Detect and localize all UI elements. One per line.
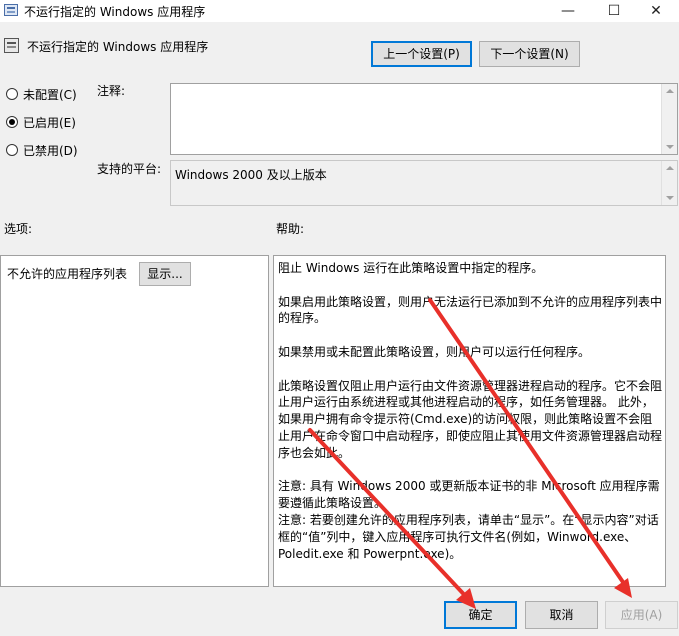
help-paragraph: 如果启用此策略设置，则用户无法运行已添加到不允许的应用程序列表中的程序。 — [278, 294, 663, 326]
platform-scrollbar[interactable] — [661, 161, 677, 205]
platform-field: Windows 2000 及以上版本 — [170, 160, 678, 206]
radio-label: 已启用(E) — [23, 115, 76, 130]
scroll-up-icon[interactable] — [666, 89, 674, 93]
title-bar: 不运行指定的 Windows 应用程序 — ☐ ✕ — [0, 0, 679, 22]
radio-circle-checked[interactable] — [6, 116, 18, 128]
help-text: 阻止 Windows 运行在此策略设置中指定的程序。 如果启用此策略设置，则用户… — [278, 260, 664, 562]
close-button[interactable]: ✕ — [633, 0, 679, 22]
help-paragraph: 注意: 若要创建允许的应用程序列表，请单击“显示”。在“显示内容”对话框的“值”… — [278, 512, 659, 561]
comment-scrollbar[interactable] — [661, 84, 677, 154]
policy-setting-icon — [4, 38, 19, 53]
radio-circle[interactable] — [6, 88, 18, 100]
options-panel: 不允许的应用程序列表 显示... — [0, 255, 269, 587]
policy-app-icon — [4, 4, 18, 16]
radio-disabled[interactable]: 已禁用(D) — [6, 141, 78, 159]
window-title: 不运行指定的 Windows 应用程序 — [24, 5, 206, 19]
disallowed-apps-label: 不允许的应用程序列表 — [7, 267, 128, 281]
policy-title: 不运行指定的 Windows 应用程序 — [27, 40, 209, 54]
scroll-down-icon[interactable] — [666, 145, 674, 149]
maximize-button[interactable]: ☐ — [591, 0, 637, 22]
radio-label: 已禁用(D) — [23, 143, 78, 158]
previous-setting-button[interactable]: 上一个设置(P) — [371, 41, 472, 67]
radio-not-configured[interactable]: 未配置(C) — [6, 85, 77, 103]
radio-label: 未配置(C) — [23, 87, 77, 102]
help-paragraph: 此策略设置仅阻止用户运行由文件资源管理器进程启动的程序。它不会阻止用户运行由系统… — [278, 378, 663, 460]
help-label: 帮助: — [276, 222, 305, 236]
radio-enabled[interactable]: 已启用(E) — [6, 113, 76, 131]
scroll-up-icon[interactable] — [666, 166, 674, 170]
show-list-button[interactable]: 显示... — [139, 262, 191, 286]
apply-button[interactable]: 应用(A) — [605, 601, 678, 629]
scroll-down-icon[interactable] — [666, 196, 674, 200]
help-paragraph: 注意: 具有 Windows 2000 或更新版本证书的非 Microsoft … — [278, 479, 660, 511]
radio-circle[interactable] — [6, 144, 18, 156]
ok-button[interactable]: 确定 — [444, 601, 517, 629]
help-paragraph: 如果禁用或未配置此策略设置，则用户可以运行任何程序。 — [278, 344, 591, 359]
help-paragraph: 阻止 Windows 运行在此策略设置中指定的程序。 — [278, 261, 544, 275]
comment-textarea[interactable] — [170, 83, 678, 155]
next-setting-button[interactable]: 下一个设置(N) — [479, 41, 580, 67]
options-label: 选项: — [4, 222, 33, 236]
minimize-button[interactable]: — — [545, 0, 591, 22]
platform-label: 支持的平台: — [97, 162, 162, 176]
cancel-button[interactable]: 取消 — [525, 601, 598, 629]
comment-label: 注释: — [97, 84, 126, 98]
platform-value: Windows 2000 及以上版本 — [175, 168, 327, 182]
